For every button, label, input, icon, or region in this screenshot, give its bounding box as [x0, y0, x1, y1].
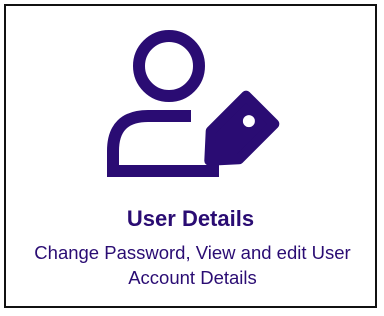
user-tag-icon	[101, 28, 291, 178]
card-title: User Details	[126, 206, 255, 231]
card-description: Change Password, View and edit User Acco…	[34, 242, 351, 288]
user-details-card[interactable]: User Details Change Password, View and e…	[4, 4, 377, 308]
